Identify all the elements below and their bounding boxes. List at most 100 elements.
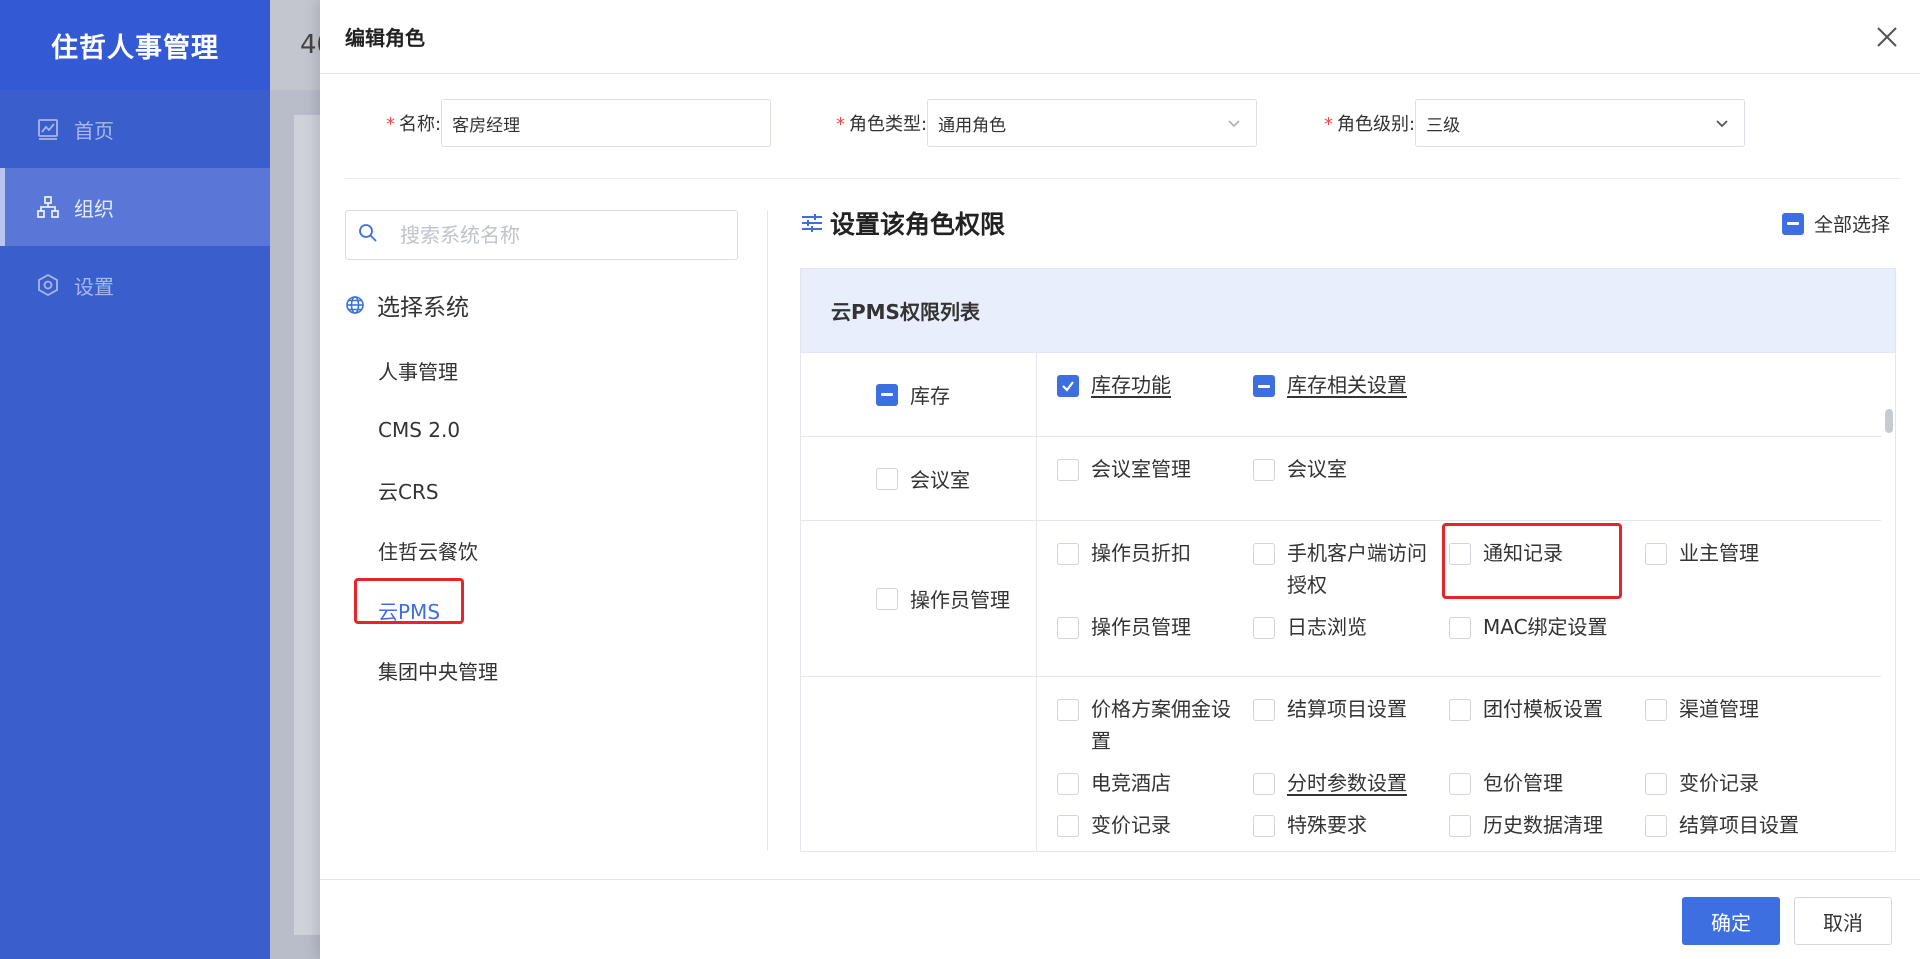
permission-item[interactable]: 库存功能 [1057,369,1253,401]
role-type-select[interactable]: 通用角色 [927,99,1258,147]
checkbox[interactable] [1645,815,1667,837]
checkbox[interactable] [1645,699,1667,721]
permission-item[interactable]: 特殊要求 [1253,809,1449,841]
checkbox[interactable] [1449,543,1471,565]
permission-category[interactable]: 库存 [801,353,1037,436]
type-form-item: * 角色类型: 通用角色 [836,99,1258,147]
menu-item-settings[interactable]: 设置 [0,246,270,324]
permission-item[interactable]: 分时参数设置 [1253,767,1449,799]
permission-item[interactable]: MAC绑定设置 [1449,611,1645,643]
checkbox[interactable] [1253,773,1275,795]
permission-item-label: 结算项目设置 [1679,813,1799,837]
permission-item[interactable]: 电竞酒店 [1057,767,1253,799]
drawer-title: 编辑角色 [345,26,425,50]
permission-item[interactable]: 操作员管理 [1057,611,1253,643]
permission-category [801,677,1037,851]
confirm-button[interactable]: 确定 [1682,897,1780,945]
checkbox[interactable] [1057,699,1079,721]
permission-item[interactable]: 日志浏览 [1253,611,1449,643]
checkbox[interactable] [1253,543,1275,565]
checkbox[interactable] [1253,375,1275,397]
permission-item[interactable]: 团付模板设置 [1449,693,1645,757]
permission-item-label: 团付模板设置 [1483,697,1603,721]
system-item-pms[interactable]: 云PMS [378,580,498,640]
permission-items: 库存功能 库存相关设置 [1037,353,1881,436]
checkbox[interactable] [1057,543,1079,565]
permission-item-label: MAC绑定设置 [1483,615,1608,639]
permission-item-label: 变价记录 [1679,771,1759,795]
menu-item-label: 组织 [74,196,114,221]
permission-table-title: 云PMS权限列表 [801,269,1895,353]
checkbox[interactable] [1253,617,1275,639]
checkbox[interactable] [1645,543,1667,565]
scrollbar-thumb[interactable] [1885,409,1893,433]
checkbox[interactable] [1253,459,1275,481]
system-item-group[interactable]: 集团中央管理 [378,640,498,700]
permission-item[interactable]: 结算项目设置 [1253,693,1449,757]
chevron-down-icon [1714,116,1730,137]
permission-item[interactable]: 变价记录 [1057,809,1253,841]
checkbox[interactable] [1449,617,1471,639]
system-item-hr[interactable]: 人事管理 [378,340,498,400]
permission-item[interactable]: 业主管理 [1645,537,1841,601]
system-item-cms[interactable]: CMS 2.0 [378,400,498,460]
permission-item[interactable]: 库存相关设置 [1253,369,1449,401]
permission-item[interactable]: 结算项目设置 [1645,809,1841,841]
permission-item[interactable]: 操作员折扣 [1057,537,1253,601]
cancel-button[interactable]: 取消 [1794,897,1892,945]
name-form-item: * 名称: 客房经理 [386,99,772,147]
permission-item[interactable]: 变价记录 [1645,767,1841,799]
system-search-input[interactable] [400,223,720,247]
permission-item[interactable]: 手机客户端访问授权 [1253,537,1449,601]
permission-table: 云PMS权限列表 库存 库存功能 库存相关设置 会议室 会议室管理 会议室 操作员管理 操作员… [800,268,1896,852]
permission-table-body: 库存 库存功能 库存相关设置 会议室 会议室管理 会议室 操作员管理 操作员折扣 手机客户端访问… [801,353,1895,851]
checkbox[interactable] [1057,773,1079,795]
select-all-checkbox[interactable]: 全部选择 [1781,210,1890,237]
close-icon[interactable] [1872,22,1902,52]
system-section-title: 选择系统 [345,288,469,322]
permission-item[interactable]: 价格方案佣金设置 [1057,693,1253,757]
permission-category-label: 库存 [910,384,950,408]
menu-item-org[interactable]: 组织 [0,168,270,246]
permission-category-label: 操作员管理 [910,588,1010,612]
permission-title: 设置该角色权限 [800,205,1005,241]
checkbox[interactable] [1449,699,1471,721]
permission-item[interactable]: 历史数据清理 [1449,809,1645,841]
checkbox[interactable] [876,587,898,610]
checkbox[interactable] [1253,815,1275,837]
permission-row: 会议室 会议室管理 会议室 [801,437,1881,521]
menu-item-home[interactable]: 首页 [0,90,270,168]
checkbox[interactable] [1057,617,1079,639]
permission-item-label: 价格方案佣金设置 [1091,697,1231,753]
permission-row: 库存 库存功能 库存相关设置 [801,353,1881,437]
chart-icon [36,117,60,141]
permission-item-label: 手机客户端访问授权 [1287,541,1427,597]
sliders-icon [800,211,824,235]
role-level-select[interactable]: 三级 [1415,99,1746,147]
checkbox[interactable] [1449,773,1471,795]
permission-category[interactable]: 会议室 [801,437,1037,520]
name-input[interactable]: 客房经理 [441,99,772,147]
permission-item[interactable]: 会议室 [1253,453,1449,485]
checkbox[interactable] [876,383,898,406]
type-label: * 角色类型: [836,114,928,135]
settings-icon [36,273,60,297]
permission-category[interactable]: 操作员管理 [801,521,1037,676]
divider [345,178,1900,179]
checkbox[interactable] [1057,459,1079,481]
checkbox[interactable] [1057,815,1079,837]
permission-item[interactable]: 渠道管理 [1645,693,1841,757]
permission-item[interactable]: 通知记录 [1449,537,1645,601]
system-item-catering[interactable]: 住哲云餐饮 [378,520,498,580]
permission-item[interactable]: 会议室管理 [1057,453,1253,485]
permission-items: 价格方案佣金设置 结算项目设置 团付模板设置 渠道管理 电竞酒店 分时参数设置 包价管理 变价… [1037,677,1881,851]
checkbox[interactable] [1449,815,1471,837]
system-item-crs[interactable]: 云CRS [378,460,498,520]
checkbox[interactable] [876,467,898,490]
permission-item[interactable]: 包价管理 [1449,767,1645,799]
checkbox[interactable] [1057,375,1079,397]
checkbox[interactable] [1253,699,1275,721]
permission-items: 操作员折扣 手机客户端访问授权 通知记录 业主管理操作员管理 日志浏览 MAC绑定设置 [1037,521,1881,676]
checkbox[interactable] [1645,773,1667,795]
permission-item-label: 操作员管理 [1091,615,1191,639]
